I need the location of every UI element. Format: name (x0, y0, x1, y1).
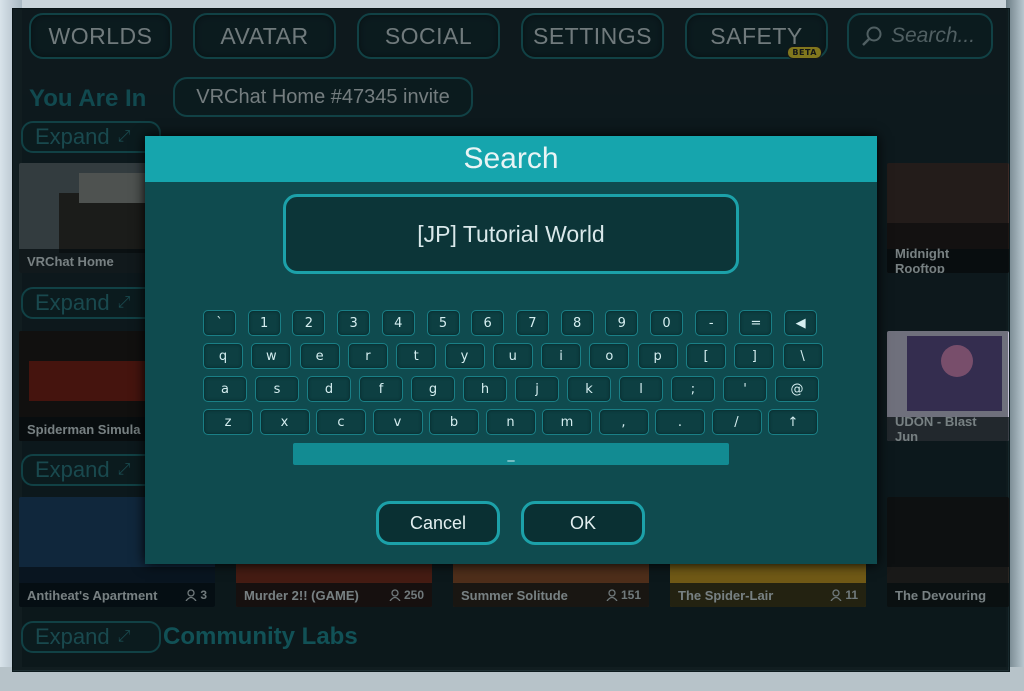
keyboard-key[interactable]: b (429, 409, 479, 435)
keyboard-key[interactable]: z (203, 409, 253, 435)
keyboard-key[interactable]: ] (734, 343, 775, 369)
keyboard-key[interactable]: . (655, 409, 705, 435)
keyboard-key[interactable]: h (463, 376, 507, 402)
keyboard-key[interactable]: 2 (292, 310, 326, 336)
keyboard-key[interactable]: x (259, 409, 310, 435)
keyboard-key[interactable]: 9 (605, 310, 639, 336)
keyboard-key[interactable]: g (411, 376, 455, 402)
keyboard-key[interactable]: 3 (337, 310, 371, 336)
keyboard-key[interactable]: w (251, 343, 292, 369)
keyboard-key[interactable]: / (711, 409, 762, 435)
keyboard-key[interactable]: r (347, 343, 388, 369)
search-dialog: Search [JP] Tutorial World ` 1 2 3 4 5 6 7 8 9 0- =… (145, 136, 877, 564)
keyboard-key[interactable]: m (542, 409, 592, 435)
dialog-title: Search (145, 136, 877, 182)
keyboard-key[interactable]: j (515, 376, 559, 402)
keyboard-key[interactable]: d (307, 376, 351, 402)
keyboard-key[interactable]: \ (782, 343, 823, 369)
keyboard-key[interactable]: a (203, 376, 247, 402)
keyboard-key[interactable]: 6 (471, 310, 505, 336)
keyboard-key[interactable]: ' (723, 376, 767, 402)
keyboard-key[interactable]: 5 (426, 310, 460, 336)
keyboard-key[interactable]: l (619, 376, 663, 402)
key-space[interactable]: _ (293, 443, 729, 465)
scene-ceiling (0, 0, 1024, 8)
ok-button[interactable]: OK (521, 501, 645, 545)
cancel-button[interactable]: Cancel (376, 501, 500, 545)
keyboard-key[interactable]: t (396, 343, 437, 369)
keyboard-key[interactable]: 1 (247, 310, 281, 336)
keyboard-key[interactable]: [ (686, 343, 726, 369)
keyboard-key[interactable]: k (567, 376, 611, 402)
keyboard-key[interactable]: y (444, 343, 485, 369)
keyboard-key[interactable]: 7 (515, 310, 549, 336)
keyboard-key[interactable]: i (541, 343, 582, 369)
keyboard-key[interactable]: @ (775, 376, 819, 402)
keyboard-key[interactable]: s (255, 376, 299, 402)
keyboard-key[interactable]: o (589, 343, 630, 369)
keyboard-key[interactable]: c (316, 409, 366, 435)
keyboard-key[interactable]: , (598, 409, 649, 435)
keyboard-key[interactable]: f (359, 376, 403, 402)
keyboard-key[interactable]: - (694, 310, 728, 336)
search-query-field[interactable]: [JP] Tutorial World (283, 194, 739, 274)
keyboard-key[interactable]: n (485, 409, 536, 435)
keyboard-key[interactable]: ↑ (768, 409, 818, 435)
keyboard-key[interactable]: ` (203, 310, 236, 336)
keyboard-key[interactable]: e (299, 343, 340, 369)
keyboard-key[interactable]: 4 (381, 310, 415, 336)
keyboard-key[interactable]: u (492, 343, 533, 369)
keyboard-key[interactable]: ; (671, 376, 715, 402)
keyboard-key[interactable]: q (203, 343, 243, 369)
keyboard-key[interactable]: v (372, 409, 423, 435)
keyboard-key[interactable]: 8 (560, 310, 594, 336)
keyboard-key[interactable]: p (637, 343, 678, 369)
keyboard-key[interactable]: = (739, 310, 773, 336)
keyboard-key[interactable]: ◀ (784, 310, 818, 336)
keyboard-key[interactable]: 0 (650, 310, 683, 336)
